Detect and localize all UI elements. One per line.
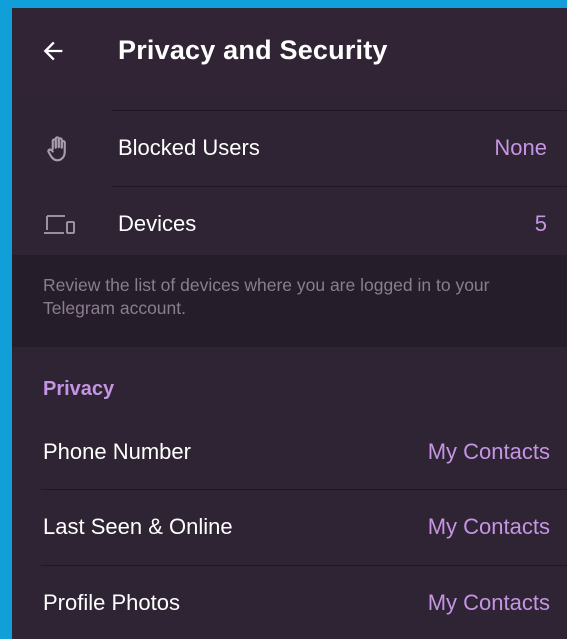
devices-hint-text: Review the list of devices where you are… xyxy=(43,275,490,318)
privacy-section: Privacy Phone Number My Contacts Last Se… xyxy=(12,347,567,639)
privacy-section-title: Privacy xyxy=(43,378,115,400)
blocked-users-row[interactable]: Blocked Users None xyxy=(12,111,567,186)
devices-count: 5 xyxy=(534,211,547,236)
phone-number-row[interactable]: Phone Number My Contacts xyxy=(12,415,567,490)
devices-label: Devices xyxy=(118,211,197,236)
phone-number-value: My Contacts xyxy=(427,439,550,464)
devices-row[interactable]: Devices 5 xyxy=(12,187,567,262)
top-app-bar: Privacy and Security xyxy=(12,8,567,94)
app-screen: Privacy and Security Blocked Users None xyxy=(12,8,567,639)
blocked-users-value: None xyxy=(494,135,547,160)
hand-stop-icon xyxy=(42,135,76,163)
devices-icon xyxy=(42,211,76,239)
profile-photos-value: My Contacts xyxy=(427,590,550,615)
page-title: Privacy and Security xyxy=(118,35,388,65)
last-seen-label: Last Seen & Online xyxy=(43,514,233,539)
security-card: Blocked Users None Devices 5 xyxy=(12,94,567,255)
devices-hint: Review the list of devices where you are… xyxy=(12,255,567,347)
back-button[interactable] xyxy=(36,34,70,68)
profile-photos-row[interactable]: Profile Photos My Contacts xyxy=(12,566,567,639)
last-seen-row[interactable]: Last Seen & Online My Contacts xyxy=(12,490,567,565)
phone-number-label: Phone Number xyxy=(43,439,191,464)
blocked-users-label: Blocked Users xyxy=(118,135,260,160)
arrow-left-icon xyxy=(43,41,63,61)
last-seen-value: My Contacts xyxy=(427,514,550,539)
profile-photos-label: Profile Photos xyxy=(43,590,180,615)
